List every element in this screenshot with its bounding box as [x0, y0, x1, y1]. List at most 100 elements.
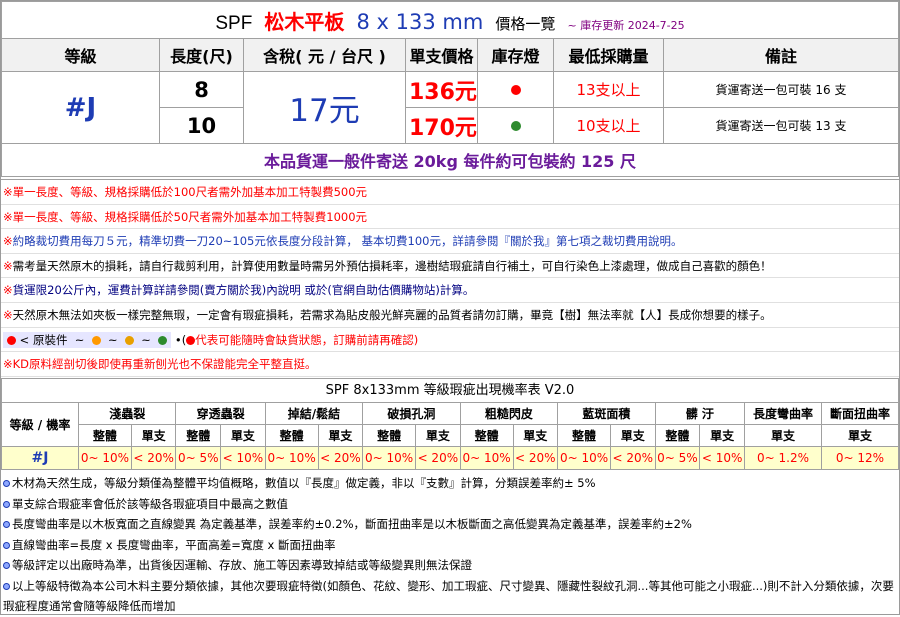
defect-group-header: 藍斑面積	[557, 402, 656, 425]
defect-section: SPF 8x133mm 等級瑕疵出現機率表 V2.0 等級 / 機率 淺蟲裂 穿…	[1, 378, 899, 470]
defect-group-header: 穿透蟲裂	[175, 402, 266, 425]
defect-note-item: 長度彎曲率是以木板寬面之直線變異 為定義基準，誤差率約±0.2%，斷面扭曲率是以…	[1, 514, 899, 535]
bullet-icon	[3, 582, 10, 590]
shipping-info: 本品貨運一般件寄送 20kg 每件約可包裝約 125 尺	[1, 143, 899, 177]
defect-value: 0~ 1.2%	[744, 446, 822, 470]
sub-header-single: 單支	[609, 424, 656, 447]
remark-cell: 貨運寄送一包可裝 16 支	[663, 71, 899, 108]
defect-group-header: 淺蟲裂	[77, 402, 177, 425]
title-product: 松木平板	[264, 9, 345, 34]
note-item: ※單一長度、等級、規格採購低於100尺者需外加基本加工特製費500元	[1, 180, 899, 205]
note-item: ※天然原木無法如夾板一樣完整無瑕，一定會有瑕疵損耗，若需求為貼皮般光鮮亮麗的品質…	[1, 303, 899, 328]
header-remark: 備註	[663, 38, 899, 72]
sub-header-whole: 整體	[175, 424, 222, 447]
sub-header-single: 單支	[699, 424, 745, 447]
legend-red-dot-icon	[7, 335, 16, 345]
length-cell: 10	[159, 107, 244, 144]
header-grade: 等級	[1, 38, 160, 72]
stock-cell	[477, 71, 554, 108]
sub-header-whole: 整體	[78, 424, 132, 447]
bullet-icon	[3, 480, 10, 487]
defect-value: 0~ 12%	[821, 446, 899, 470]
sub-header-whole: 整體	[459, 424, 514, 447]
defect-grade-cell: #J	[1, 446, 79, 470]
header-stock: 庫存燈	[477, 38, 554, 72]
defect-value: < 20%	[130, 446, 177, 470]
bullet-icon	[3, 562, 10, 569]
stock-cell	[477, 107, 554, 144]
legend-swatch: < 原裝件 ~ ~ ~	[3, 331, 172, 348]
legend-label: < 原裝件	[19, 332, 68, 347]
title-label: 價格一覽	[495, 14, 556, 33]
defect-note-item: 以上等級特徵為本公司木料主要分類依據，其他次要瑕疵特徵(如顏色、花紋、變形、加工…	[3, 578, 894, 613]
defect-group-header: 粗糙閃皮	[459, 402, 559, 425]
defect-notes: 木材為天然生成，等級分類僅為整體平均值概略，數值以『長度』做定義，非以『支數』計…	[1, 473, 899, 617]
bullet-icon	[3, 541, 10, 549]
defect-value: 0~ 5%	[175, 446, 222, 470]
note-item: ※貨運限20公斤內，運費計算詳請參閱(賣方關於我)內說明 或於(官網自助估價購物…	[1, 278, 899, 303]
unit-price-cell: 170元	[405, 107, 478, 144]
defect-group-header: 斷面扭曲率	[821, 402, 899, 425]
price-page: SPF 松木平板 8 x 133 mm 價格一覽 ~ 庫存更新 2024-7-2…	[0, 0, 900, 615]
defect-grade-header: 等級 / 機率	[1, 402, 79, 447]
stock-legend: < 原裝件 ~ ~ ~ •(代表可能隨時會缺貨狀態，訂購前請再確認)	[1, 328, 899, 353]
min-qty-cell: 13支以上	[553, 71, 664, 108]
defect-value: 0~ 5%	[654, 446, 701, 470]
min-qty-cell: 10支以上	[553, 107, 664, 144]
defect-group-header: 掉結/鬆結	[264, 402, 364, 425]
defect-value: 0~ 10%	[78, 446, 132, 470]
defect-table-title: SPF 8x133mm 等級瑕疵出現機率表 V2.0	[1, 378, 899, 402]
defect-value: 0~ 10%	[459, 446, 514, 470]
sub-header-single: 單支	[415, 424, 461, 447]
defect-note-item: 單支綜合瑕疵率會低於該等級各瑕疵項目中最高之數值	[1, 494, 899, 515]
defect-note-item: 直線彎曲率=長度 x 長度彎曲率，平面高差=寬度 x 斷面扭曲率	[1, 535, 899, 556]
bullet-icon	[3, 500, 10, 508]
update-date: ~ 庫存更新 2024-7-25	[567, 18, 685, 32]
defect-table: 等級 / 機率 淺蟲裂 穿透蟲裂 掉結/鬆結 破損孔洞 粗糙閃皮 藍斑面積 髒 …	[1, 402, 899, 470]
note-item: ※單一長度、等級、規格採購低於50尺者需外加基本加工特製費1000元	[1, 205, 899, 230]
header-unit-price: 單支價格	[405, 38, 478, 72]
defect-value: < 20%	[512, 446, 559, 470]
remark-cell: 貨運寄送一包可裝 13 支	[663, 107, 899, 144]
defect-value: < 10%	[699, 446, 745, 470]
defect-value: 0~ 10%	[362, 446, 417, 470]
defect-value: < 10%	[220, 446, 266, 470]
bullet-icon	[3, 521, 10, 528]
stock-light-icon	[510, 121, 521, 131]
sub-header-whole: 整體	[557, 424, 611, 447]
legend-warn-dot-icon	[186, 335, 196, 345]
sub-header-single: 單支	[744, 424, 822, 447]
sub-header-single: 單支	[317, 424, 364, 447]
note-item: ※KD原料經剖切後即使再重新刨光也不保證能完全平整直挺。	[1, 352, 899, 377]
sub-header-whole: 整體	[362, 424, 417, 447]
legend-green-dot-icon	[158, 335, 168, 345]
sub-header-single: 單支	[220, 424, 266, 447]
length-cell: 8	[159, 71, 244, 108]
sub-header-single: 單支	[512, 424, 559, 447]
stock-light-icon	[510, 85, 521, 95]
header-length: 長度(尺)	[159, 38, 244, 72]
price-per-ft: 17元	[243, 71, 406, 144]
note-item: ※需考量天然原木的損耗，請自行裁剪利用，計算使用數量時需另外預估損耗率，邊樹結瑕…	[1, 254, 899, 279]
defect-value: 0~ 10%	[264, 446, 319, 470]
defect-note-item: 等級評定以出廠時為準，出貨後因運輸、存放、施工等因素導致掉結或等級變異則無法保證	[1, 555, 899, 576]
defect-value: < 20%	[415, 446, 461, 470]
defect-group-header: 破損孔洞	[362, 402, 461, 425]
sub-header-single: 單支	[821, 424, 899, 447]
defect-group-header: 長度彎曲率	[744, 402, 822, 425]
header-tax-price: 含稅( 元 / 台尺 )	[243, 38, 406, 72]
page-title: SPF 松木平板 8 x 133 mm 價格一覽 ~ 庫存更新 2024-7-2…	[1, 1, 899, 39]
sub-header-whole: 整體	[654, 424, 701, 447]
legend-orange-dot-icon	[91, 335, 101, 345]
defect-value: 0~ 10%	[557, 446, 611, 470]
defect-note-item: 木材為天然生成，等級分類僅為整體平均值概略，數值以『長度』做定義，非以『支數』計…	[1, 473, 899, 494]
title-spec: 8 x 133 mm	[356, 9, 484, 34]
title-brand: SPF	[215, 12, 253, 34]
unit-price-cell: 136元	[405, 71, 478, 108]
legend-warning: 代表可能隨時會缺貨狀態，訂購前請再確認)	[195, 332, 419, 347]
notes-list: ※單一長度、等級、規格採購低於100尺者需外加基本加工特製費500元 ※單一長度…	[1, 179, 899, 377]
grade-cell: #J	[1, 71, 160, 144]
header-min-qty: 最低採購量	[553, 38, 664, 72]
sub-header-single: 單支	[130, 424, 177, 447]
note-item: ※約略裁切費用每刀５元，精準切費一刀20~105元依長度分段計算， 基本切費10…	[1, 229, 899, 254]
